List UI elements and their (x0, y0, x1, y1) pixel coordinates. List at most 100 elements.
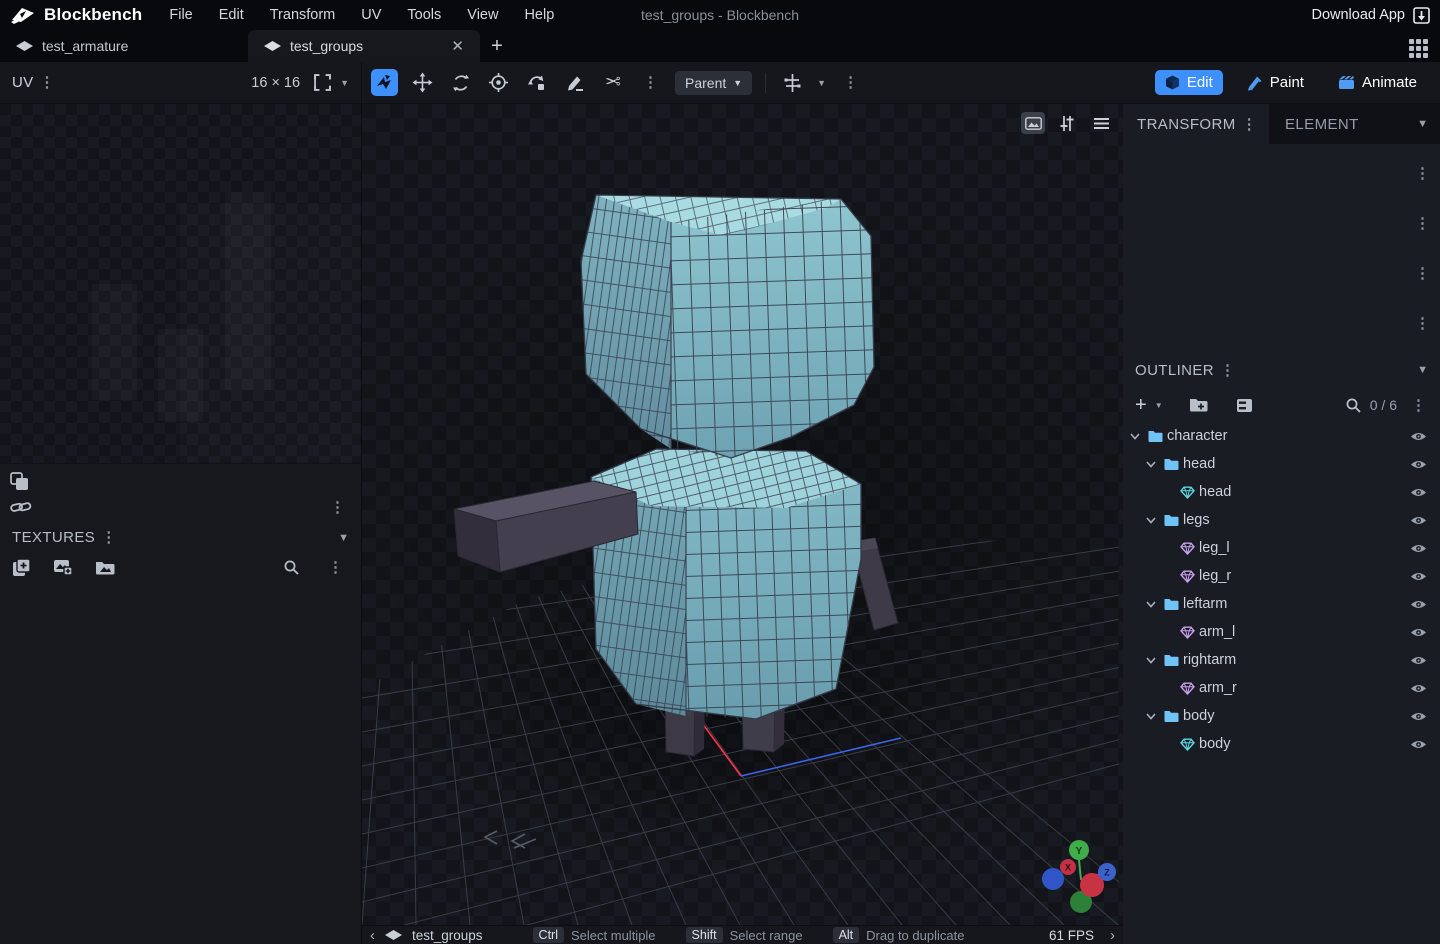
move-tool-button[interactable] (409, 69, 436, 96)
tab-test-armature[interactable]: test_armature (0, 30, 248, 62)
visibility-eye-icon[interactable] (1410, 599, 1427, 610)
add-element-dropdown-icon[interactable]: ▼ (1155, 401, 1163, 410)
menu-file[interactable]: File (156, 0, 205, 30)
download-icon[interactable] (1413, 7, 1430, 24)
menu-view[interactable]: View (454, 0, 511, 30)
mirror-tool-button[interactable] (779, 69, 806, 96)
outliner-menu-icon[interactable]: ⋮ (1214, 363, 1241, 378)
uv-editor-canvas[interactable] (0, 104, 361, 464)
status-prev-icon[interactable]: ‹ (370, 928, 375, 943)
viewport-background-button[interactable] (1021, 112, 1045, 134)
slider-menu-icon[interactable]: ⋮ (1409, 266, 1436, 281)
mode-paint-button[interactable]: Paint (1237, 70, 1314, 95)
menu-edit[interactable]: Edit (206, 0, 257, 30)
right-panel-collapse-icon[interactable]: ▼ (1417, 118, 1440, 130)
expander-chevron-icon[interactable] (1146, 461, 1161, 468)
tab-close-icon[interactable]: ✕ (451, 37, 464, 55)
outliner-item-arm_r[interactable]: arm_r (1123, 674, 1440, 702)
expander-chevron-icon[interactable] (1146, 657, 1161, 664)
brush-tool-button[interactable] (561, 69, 588, 96)
transform-slider-row: ⋮ (1123, 198, 1440, 248)
viewport-3d[interactable]: Z X Y (362, 104, 1123, 925)
viewport-menu-button[interactable] (1089, 112, 1113, 134)
outliner-item-character[interactable]: character (1123, 422, 1440, 450)
gizmo-neg-z-ball[interactable] (1042, 868, 1064, 890)
slider-menu-icon[interactable]: ⋮ (1409, 166, 1436, 181)
transform-menu-icon[interactable]: ⋮ (1236, 117, 1263, 132)
visibility-eye-icon[interactable] (1410, 459, 1427, 470)
rotate-tool-button[interactable] (447, 69, 474, 96)
visibility-eye-icon[interactable] (1410, 683, 1427, 694)
visibility-eye-icon[interactable] (1410, 711, 1427, 722)
menu-tools[interactable]: Tools (394, 0, 454, 30)
outliner-item-legs[interactable]: legs (1123, 506, 1440, 534)
status-hint: CtrlSelect multiple (533, 927, 656, 943)
menu-uv[interactable]: UV (348, 0, 394, 30)
visibility-eye-icon[interactable] (1410, 739, 1427, 750)
tab-element[interactable]: ELEMENT (1269, 104, 1375, 144)
outliner-collapse-icon[interactable]: ▼ (1417, 364, 1428, 376)
outliner-item-head[interactable]: head (1123, 450, 1440, 478)
visibility-eye-icon[interactable] (1410, 571, 1427, 582)
outliner-item-rightarm[interactable]: rightarm (1123, 646, 1440, 674)
add-group-icon[interactable] (1189, 397, 1208, 413)
slider-menu-icon[interactable]: ⋮ (1409, 316, 1436, 331)
expander-chevron-icon[interactable] (1146, 601, 1161, 608)
mirror-dropdown-icon[interactable]: ▼ (817, 78, 826, 88)
model-body[interactable] (591, 449, 861, 719)
tab-transform[interactable]: TRANSFORM ⋮ (1123, 104, 1269, 144)
textures-menu-icon[interactable]: ⋮ (95, 530, 122, 545)
uv-frame-dropdown-icon[interactable]: ▼ (340, 78, 349, 88)
parent-dropdown[interactable]: Parent ▼ (675, 71, 752, 95)
outliner-item-body[interactable]: body (1123, 730, 1440, 758)
pivot-tool-button[interactable] (485, 69, 512, 96)
visibility-eye-icon[interactable] (1410, 543, 1427, 554)
add-element-button[interactable]: + (1135, 395, 1147, 415)
create-texture-icon[interactable] (12, 558, 31, 577)
toolbar-menu2-icon[interactable]: ⋮ (837, 75, 864, 90)
textures-collapse-icon[interactable]: ▼ (338, 532, 349, 544)
copy-uv-icon[interactable] (10, 472, 29, 491)
outliner-view-icon[interactable] (1236, 398, 1253, 413)
viewport-settings-button[interactable] (1055, 112, 1079, 134)
uv-panel-menu-icon[interactable]: ⋮ (33, 75, 60, 90)
expander-chevron-icon[interactable] (1130, 433, 1145, 440)
visibility-eye-icon[interactable] (1410, 627, 1427, 638)
view-gizmo[interactable]: Z X Y (1042, 840, 1116, 913)
transform-space-button[interactable] (523, 69, 550, 96)
slider-menu-icon[interactable]: ⋮ (1409, 216, 1436, 231)
tab-test-groups[interactable]: test_groups ✕ (248, 30, 480, 62)
outliner-item-body[interactable]: body (1123, 702, 1440, 730)
texture-folder-icon[interactable] (95, 559, 117, 576)
import-texture-icon[interactable] (53, 559, 73, 576)
status-next-icon[interactable]: › (1110, 928, 1115, 943)
visibility-eye-icon[interactable] (1410, 487, 1427, 498)
outliner-item-leg_l[interactable]: leg_l (1123, 534, 1440, 562)
menu-transform[interactable]: Transform (257, 0, 349, 30)
texture-search-icon[interactable] (283, 559, 300, 576)
link-uv-icon[interactable] (10, 501, 32, 514)
uv-frame-icon[interactable] (314, 74, 331, 91)
visibility-eye-icon[interactable] (1410, 515, 1427, 526)
mode-edit-button[interactable]: Edit (1155, 70, 1223, 95)
outliner-item-leftarm[interactable]: leftarm (1123, 590, 1440, 618)
expander-chevron-icon[interactable] (1146, 713, 1161, 720)
outliner-toolbar-menu-icon[interactable]: ⋮ (1405, 398, 1432, 413)
tab-overview-icon[interactable] (1409, 39, 1428, 58)
visibility-eye-icon[interactable] (1410, 431, 1427, 442)
scissors-tool-button[interactable]: ✂ (599, 69, 626, 96)
uv-tools-menu-icon[interactable]: ⋮ (324, 500, 351, 515)
outliner-item-arm_l[interactable]: arm_l (1123, 618, 1440, 646)
textures-toolbar-menu-icon[interactable]: ⋮ (322, 560, 349, 575)
outliner-item-leg_r[interactable]: leg_r (1123, 562, 1440, 590)
mode-animate-button[interactable]: Animate (1328, 70, 1427, 95)
outliner-item-head[interactable]: head (1123, 478, 1440, 506)
visibility-eye-icon[interactable] (1410, 655, 1427, 666)
select-tool-button[interactable] (371, 69, 398, 96)
new-tab-button[interactable]: + (480, 30, 514, 62)
expander-chevron-icon[interactable] (1146, 517, 1161, 524)
menu-help[interactable]: Help (511, 0, 567, 30)
toolbar-menu-icon[interactable]: ⋮ (637, 75, 664, 90)
outliner-search-icon[interactable] (1345, 397, 1362, 414)
download-app-button[interactable]: Download App (1311, 7, 1405, 23)
